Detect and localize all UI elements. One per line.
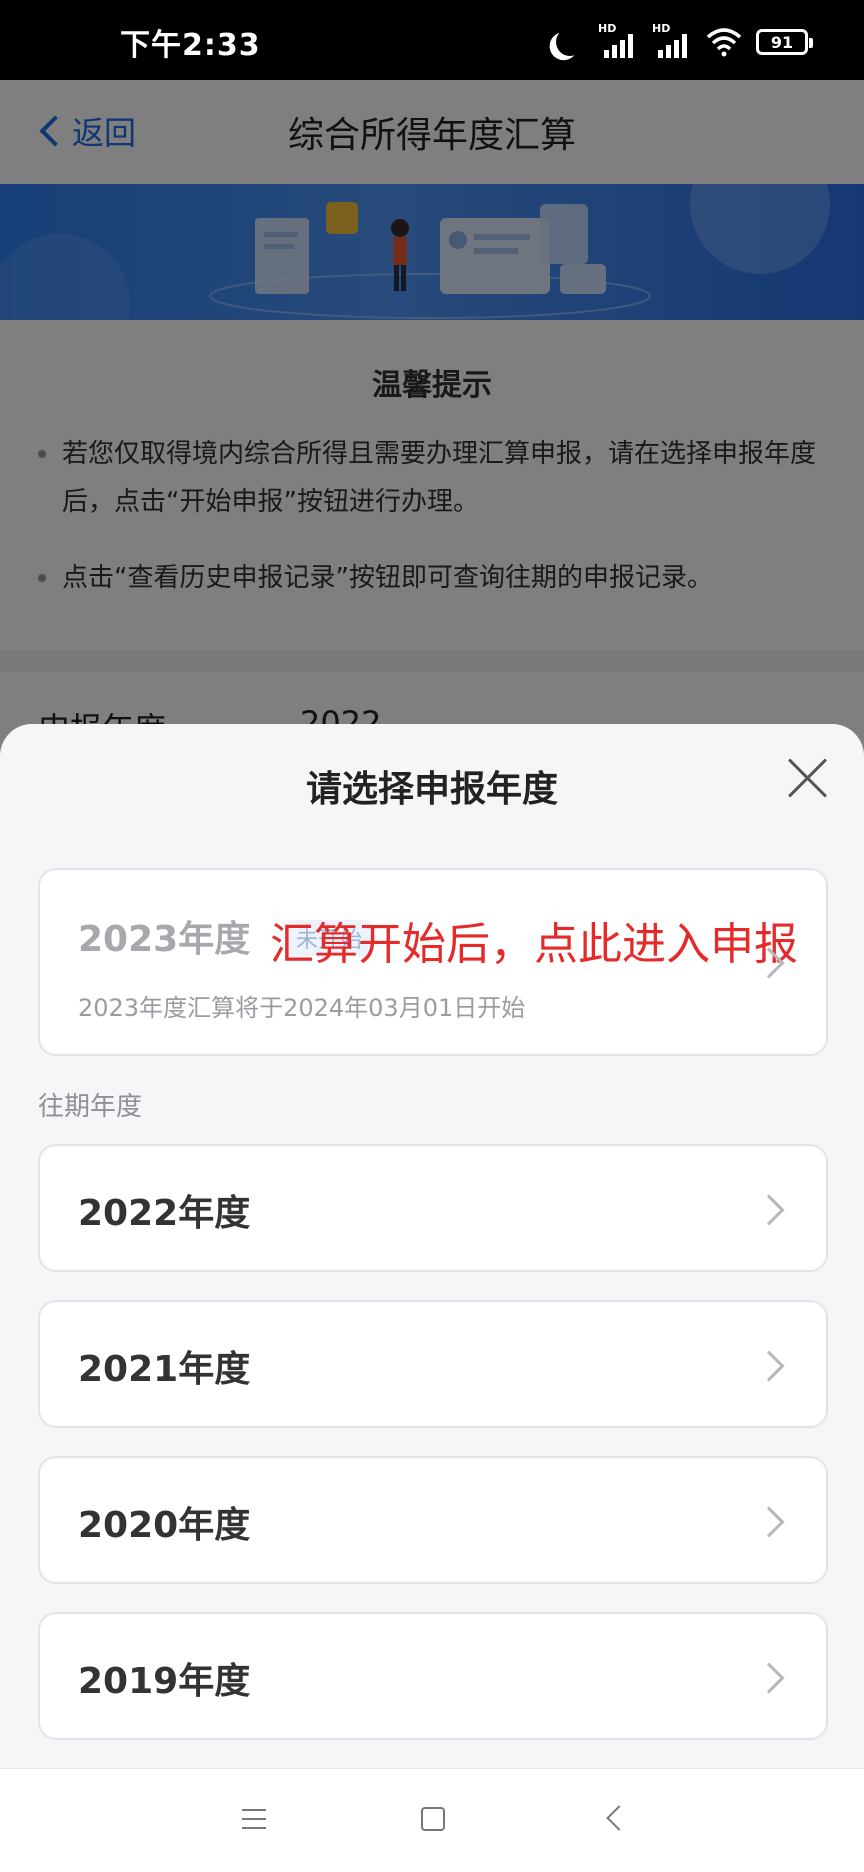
status-bar: 下午2:33 HD HD 91 [0,0,864,80]
year-card-2021[interactable]: 2021年度 [38,1300,828,1428]
back-icon[interactable] [606,1805,632,1831]
year-card-2019[interactable]: 2019年度 [38,1612,828,1740]
year-card-2022[interactable]: 2022年度 [38,1144,828,1272]
current-year-card[interactable]: 2023年度 未开始 汇算开始后，点此进入申报 2023年度汇算将于2024年0… [38,868,828,1056]
signal-icon: HD [598,22,638,58]
signal-icon-2: HD [652,22,692,58]
past-years-label: 往期年度 [38,1092,143,1122]
wifi-icon [706,28,742,57]
status-time: 下午2:33 [120,28,261,63]
chevron-right-icon [753,1506,785,1538]
sheet-title: 请选择申报年度 [305,769,558,810]
system-nav-bar [0,1768,864,1872]
close-icon[interactable] [786,756,830,800]
year-card-label: 2021年度 [78,1349,251,1390]
current-year-label: 2023年度 [78,919,251,960]
year-card-2020[interactable]: 2020年度 [38,1456,828,1584]
home-icon[interactable] [421,1807,445,1831]
chevron-right-icon [753,1350,785,1382]
year-card-label: 2022年度 [78,1193,251,1234]
status-icons: HD HD 91 [546,22,813,58]
battery-level: 91 [770,32,794,52]
year-card-label: 2019年度 [78,1661,251,1702]
red-hint-annotation: 汇算开始后，点此进入申报 [270,919,798,970]
menu-icon[interactable] [242,1809,266,1829]
year-select-sheet: 请选择申报年度 2023年度 未开始 汇算开始后，点此进入申报 2023年度汇算… [0,724,864,1872]
chevron-right-icon [753,1194,785,1226]
moon-icon [554,26,586,58]
battery-icon: 91 [756,29,813,55]
current-year-note: 2023年度汇算将于2024年03月01日开始 [78,994,526,1022]
chevron-right-icon [753,1662,785,1694]
year-card-label: 2020年度 [78,1505,251,1546]
